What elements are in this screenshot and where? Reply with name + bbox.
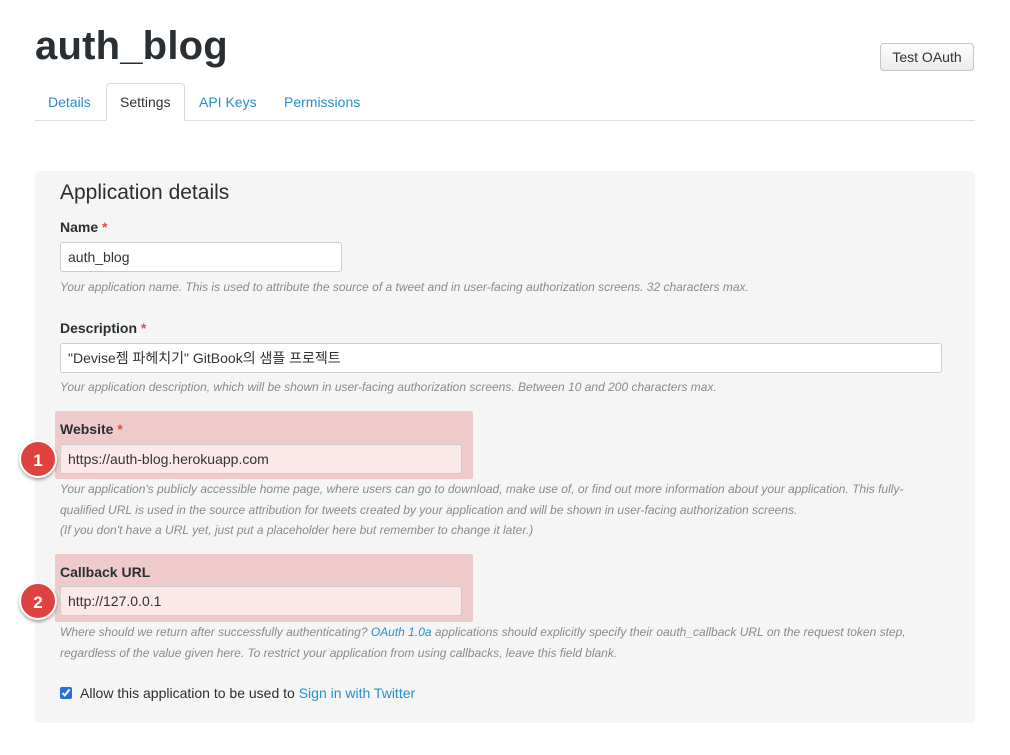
website-help-line-2: qualified URL is used in the source attr… (60, 502, 798, 517)
description-help: Your application description, which will… (60, 380, 717, 394)
app-title: auth_blog (35, 24, 228, 68)
tab-api-keys[interactable]: API Keys (186, 83, 270, 121)
name-required-mark: * (102, 219, 108, 235)
website-required-mark: * (117, 421, 123, 437)
name-label: Name * (60, 219, 107, 235)
oauth-link[interactable]: OAuth 1.0a (371, 625, 432, 639)
description-label-text: Description (60, 320, 138, 336)
callback-label: Callback URL (60, 564, 150, 580)
description-label: Description * (60, 320, 146, 336)
description-input[interactable] (60, 343, 942, 373)
name-label-text: Name (60, 219, 99, 235)
callback-help: Where should we return after successfull… (60, 622, 906, 663)
callback-help-suffix: applications should explicitly specify t… (431, 625, 906, 639)
test-oauth-button[interactable]: Test OAuth (880, 43, 974, 71)
callback-input[interactable] (60, 586, 462, 616)
website-label: Website * (60, 421, 123, 437)
callback-help-line-1: Where should we return after successfull… (60, 622, 906, 643)
tab-settings[interactable]: Settings (106, 83, 185, 121)
signin-row: Allow this application to be used to Sig… (60, 685, 415, 701)
name-help: Your application name. This is used to a… (60, 280, 749, 294)
marker-1-badge: 1 (19, 440, 57, 478)
website-input[interactable] (60, 444, 462, 474)
website-help-line-3: (If you don't have a URL yet, just put a… (60, 523, 534, 537)
name-input[interactable] (60, 242, 342, 272)
tab-permissions[interactable]: Permissions (271, 83, 373, 121)
signin-with-twitter-link[interactable]: Sign in with Twitter (299, 685, 415, 701)
signin-checkbox[interactable] (60, 687, 72, 699)
tab-details[interactable]: Details (35, 83, 104, 121)
website-label-text: Website (60, 421, 114, 437)
application-details-panel: Application details Name * Your applicat… (35, 171, 975, 723)
description-required-mark: * (140, 320, 147, 336)
marker-2-badge: 2 (19, 582, 57, 620)
callback-help-line-2: regardless of the value given here. To r… (60, 645, 618, 660)
website-help: Your application's publicly accessible h… (60, 479, 903, 541)
callback-label-text: Callback URL (60, 564, 151, 580)
section-title: Application details (60, 181, 230, 204)
callback-help-prefix: Where should we return after successfull… (60, 625, 371, 639)
signin-label: Allow this application to be used to (80, 685, 295, 701)
tab-bar: Details Settings API Keys Permissions (35, 83, 975, 121)
website-help-line-1: Your application's publicly accessible h… (60, 482, 904, 496)
